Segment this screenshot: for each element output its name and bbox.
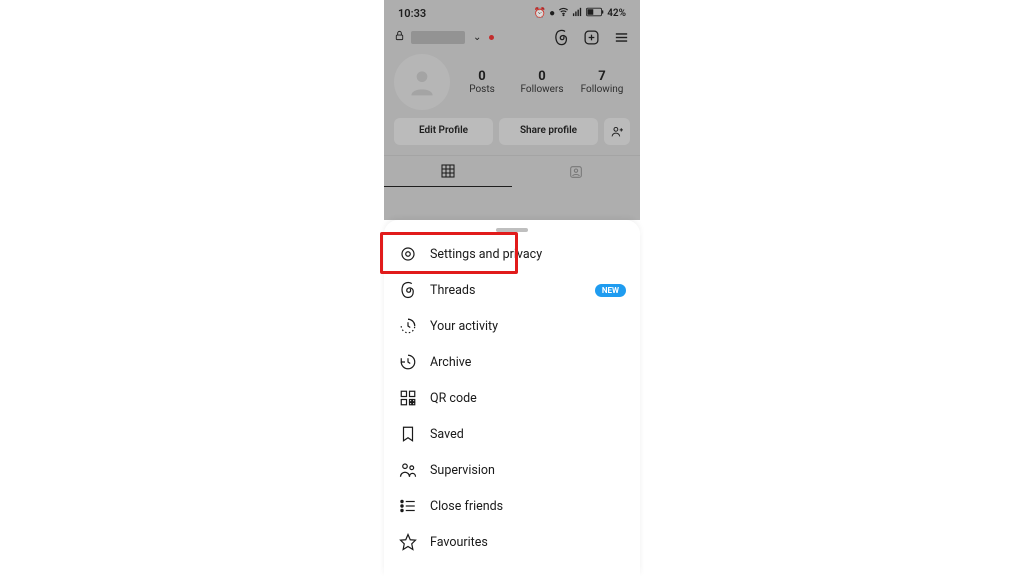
threads-icon bbox=[398, 280, 418, 300]
menu-item-saved[interactable]: Saved bbox=[384, 416, 640, 452]
menu-item-closefriends[interactable]: Close friends bbox=[384, 488, 640, 524]
lock-icon bbox=[394, 30, 405, 44]
menu-item-label: Saved bbox=[430, 427, 464, 442]
profile-stats-row: 0 Posts 0 Followers 7 Following bbox=[384, 52, 640, 118]
menu-item-label: QR code bbox=[430, 391, 477, 406]
username[interactable] bbox=[411, 31, 465, 44]
notification-dot bbox=[489, 35, 494, 40]
menu-item-supervision[interactable]: Supervision bbox=[384, 452, 640, 488]
settings-icon bbox=[398, 244, 418, 264]
tab-grid[interactable] bbox=[384, 156, 512, 187]
menu-item-label: Your activity bbox=[430, 319, 498, 334]
profile-header: ⌄ bbox=[384, 22, 640, 52]
qr-icon bbox=[398, 388, 418, 408]
menu-item-archive[interactable]: Archive bbox=[384, 344, 640, 380]
stat-posts[interactable]: 0 Posts bbox=[454, 69, 510, 95]
menu-item-label: Favourites bbox=[430, 535, 488, 550]
menu-item-star[interactable]: Favourites bbox=[384, 524, 640, 560]
status-icons: ⏰ ● 42% bbox=[534, 6, 626, 20]
phone-frame: 10:33 ⏰ ● 42% ⌄ bbox=[384, 0, 640, 576]
stat-following[interactable]: 7 Following bbox=[574, 69, 630, 95]
menu-item-qr[interactable]: QR code bbox=[384, 380, 640, 416]
menu-item-threads[interactable]: Threads NEW bbox=[384, 272, 640, 308]
signal-icon bbox=[572, 6, 583, 20]
avatar[interactable] bbox=[394, 54, 450, 110]
activity-icon bbox=[398, 316, 418, 336]
hamburger-icon[interactable] bbox=[612, 28, 630, 46]
menu-item-label: Threads bbox=[430, 283, 475, 298]
supervision-icon bbox=[398, 460, 418, 480]
menu-item-label: Archive bbox=[430, 355, 471, 370]
archive-icon bbox=[398, 352, 418, 372]
star-icon bbox=[398, 532, 418, 552]
share-profile-button[interactable]: Share profile bbox=[499, 118, 598, 145]
wifi-icon bbox=[558, 6, 569, 20]
chevron-down-icon[interactable]: ⌄ bbox=[473, 32, 481, 43]
discover-people-button[interactable] bbox=[604, 118, 630, 145]
edit-profile-button[interactable]: Edit Profile bbox=[394, 118, 493, 145]
alarm-icon: ⏰ bbox=[534, 8, 546, 19]
saved-icon bbox=[398, 424, 418, 444]
create-icon[interactable] bbox=[582, 28, 600, 46]
profile-buttons: Edit Profile Share profile bbox=[384, 118, 640, 155]
status-time: 10:33 bbox=[398, 7, 426, 20]
menu-item-label: Settings and privacy bbox=[430, 247, 542, 262]
menu-item-label: Close friends bbox=[430, 499, 503, 514]
menu-item-label: Supervision bbox=[430, 463, 495, 478]
dnd-icon: ● bbox=[549, 8, 555, 19]
closefriends-icon bbox=[398, 496, 418, 516]
status-bar: 10:33 ⏰ ● 42% bbox=[384, 0, 640, 22]
sheet-grabber[interactable] bbox=[496, 228, 528, 232]
tab-tagged[interactable] bbox=[512, 156, 640, 187]
battery-pct: 42% bbox=[607, 8, 626, 19]
stat-followers[interactable]: 0 Followers bbox=[514, 69, 570, 95]
new-badge: NEW bbox=[595, 284, 626, 297]
battery-icon bbox=[586, 7, 604, 20]
menu-item-settings[interactable]: Settings and privacy bbox=[384, 236, 640, 272]
menu-item-activity[interactable]: Your activity bbox=[384, 308, 640, 344]
profile-backdrop: 10:33 ⏰ ● 42% ⌄ bbox=[384, 0, 640, 220]
threads-icon[interactable] bbox=[552, 28, 570, 46]
profile-tabs bbox=[384, 155, 640, 187]
menu-sheet: Settings and privacy Threads NEW Your activ… bbox=[384, 220, 640, 576]
